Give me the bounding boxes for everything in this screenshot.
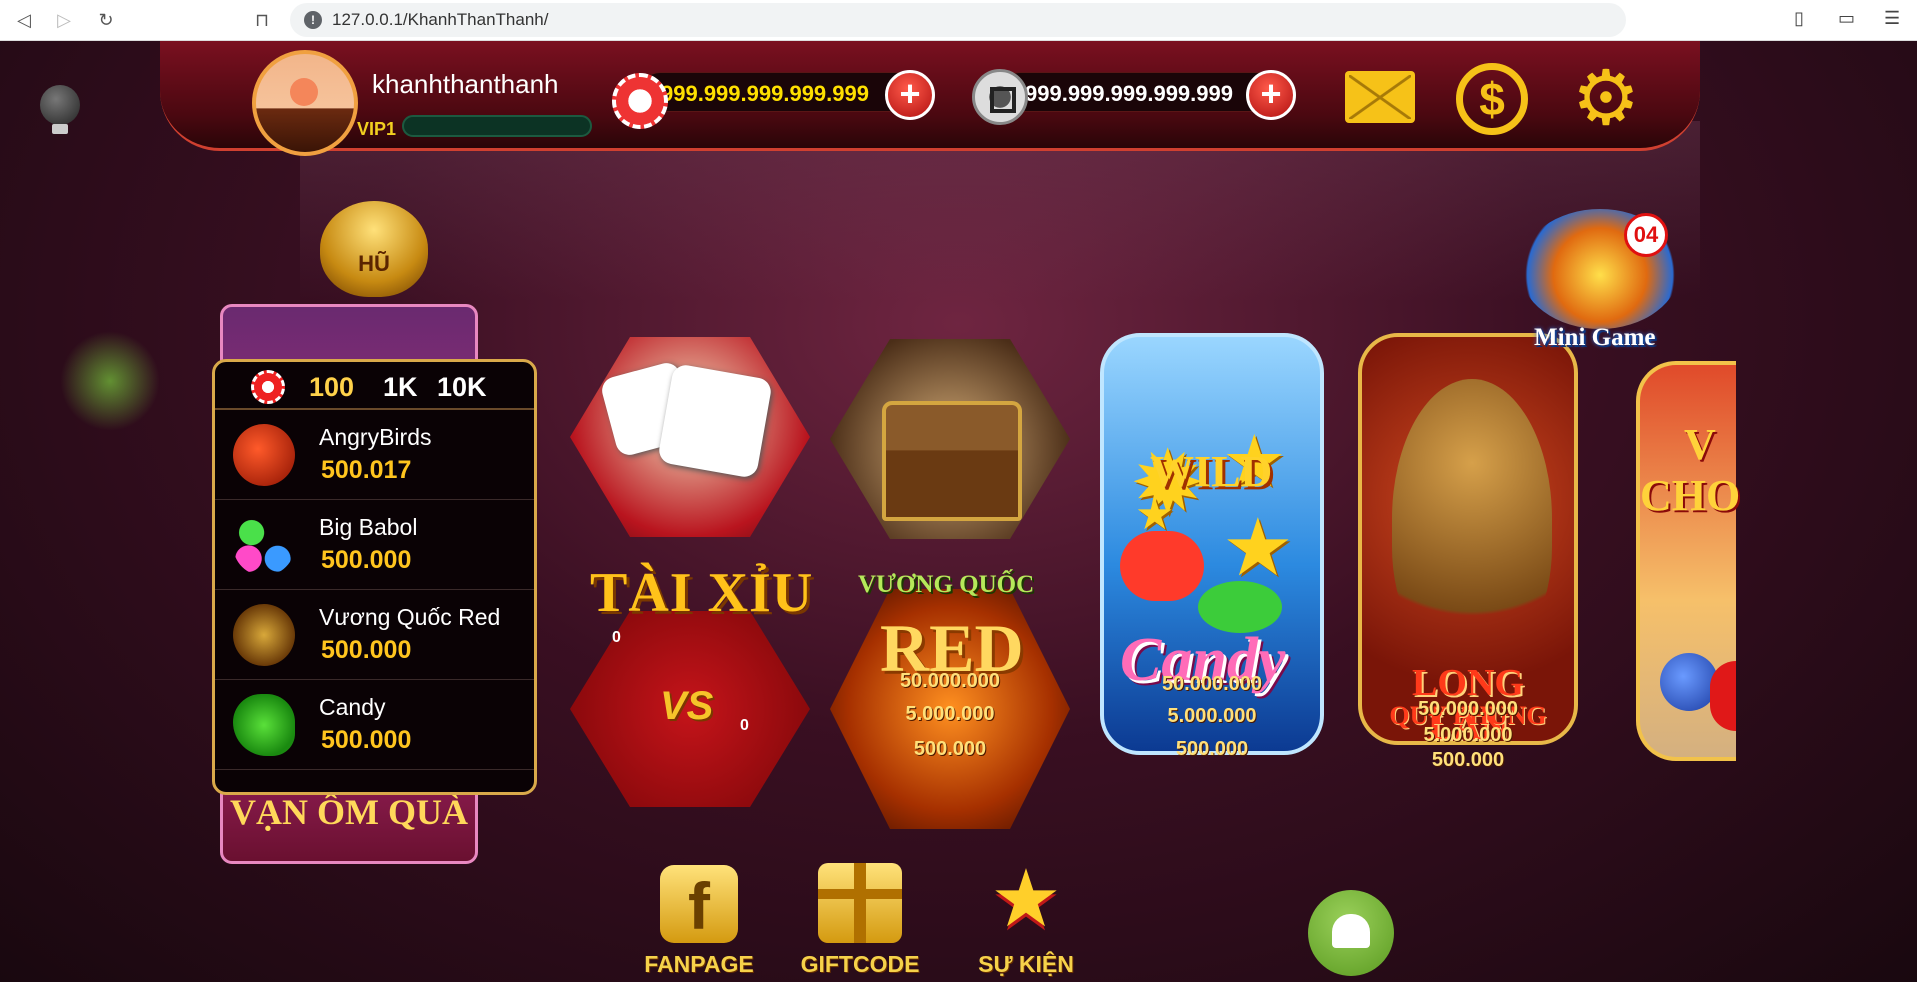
add-chip-button[interactable]: + (885, 70, 935, 120)
browser-toolbar: ◁ ▷ ↻ ⊓ ! 127.0.0.1/KhanhThanThanh/ ▯ ▭ … (0, 0, 1917, 41)
denomination-tabs: 100 1K 10K (215, 362, 534, 410)
minigame-button[interactable]: 04 (1520, 209, 1680, 329)
star-icon: ★ (1222, 503, 1294, 592)
tab-denom-1k[interactable]: 1K (383, 372, 418, 403)
jackpot-value: 500.000 (1431, 749, 1505, 771)
treasure-chest-icon (882, 401, 1022, 521)
coin-exchange-icon[interactable]: $ (1456, 63, 1528, 135)
chip-icon (251, 370, 285, 404)
reload-icon[interactable]: ↻ (94, 8, 118, 32)
minigame-label: Mini Game (1534, 324, 1656, 351)
list-item[interactable]: Candy 500.000 (215, 680, 534, 770)
background-glow (60, 331, 160, 431)
event-label: SỰ KIỆN (978, 951, 1074, 977)
jackpot-value: 5.000.000 (1423, 724, 1513, 746)
taixiu-left-count: 0 (612, 629, 621, 646)
tab-denom-10k[interactable]: 10K (437, 372, 487, 403)
treasure-chest-icon (233, 604, 295, 666)
giftcode-button[interactable]: GIFTCODE (801, 863, 919, 977)
username: khanhthanthanh (372, 69, 559, 99)
sidebar-icon[interactable]: ▯ (1794, 8, 1804, 29)
taixiu-title: TÀI XỈU (590, 562, 814, 624)
event-button[interactable]: ★ SỰ KIỆN (976, 854, 1076, 978)
giftcode-label: GIFTCODE (800, 951, 920, 977)
list-item[interactable]: Vương Quốc Red 500.000 (215, 590, 534, 680)
jackpot-value: 50.000.000 (899, 670, 1001, 692)
taixiu-vs: VS (660, 684, 714, 728)
jackpot-value: 50.000.000 (1417, 698, 1519, 720)
list-item[interactable]: AngryBirds 500.017 (215, 410, 534, 500)
star-icon: ★ (990, 854, 1062, 943)
silver-balance-value: 999.999.999.999.999 (1025, 81, 1233, 106)
mail-icon[interactable] (1345, 71, 1415, 123)
partial-game-title: V CHO (1640, 420, 1741, 520)
game-name: Vương Quốc Red (319, 604, 501, 630)
avatar-sun (290, 78, 318, 106)
jackpot-value: 5.000.000 (905, 703, 995, 725)
chip-balance-value: 999.999.999.999.999 (661, 81, 869, 106)
add-silver-button[interactable]: + (1246, 70, 1296, 120)
facebook-icon: f (660, 865, 738, 943)
forward-icon[interactable]: ▷ (52, 8, 76, 32)
heart-candy-icon (1120, 531, 1204, 601)
android-icon[interactable] (1308, 890, 1394, 976)
angrybirds-icon (233, 424, 295, 486)
fullscreen-orb-icon[interactable] (40, 85, 80, 125)
gift-icon (818, 863, 902, 943)
jackpot-pot-icon[interactable]: HŨ (320, 201, 428, 297)
candy-wild-label: WILD (1150, 447, 1273, 496)
event-banner-text: VẠN ÔM QUÀ (230, 792, 468, 832)
game-name: Big Babol (319, 514, 418, 540)
jackpot-amount: 500.000 (321, 546, 412, 574)
jackpot-value: 5.000.000 (1167, 705, 1257, 727)
site-info-icon[interactable]: ! (304, 11, 322, 29)
taixiu-right-count: 0 (740, 717, 749, 734)
orb-stem (52, 124, 68, 134)
menu-icon[interactable]: ☰ (1884, 8, 1900, 29)
avatar[interactable] (252, 50, 358, 156)
chip-balance: 999.999.999.999.999 (640, 72, 920, 112)
dragon-icon (1392, 379, 1552, 659)
fanpage-label: FANPAGE (644, 951, 754, 977)
jackpot-amount: 500.017 (321, 456, 412, 484)
big-babol-icon (233, 514, 295, 576)
minigame-badge: 04 (1624, 213, 1668, 257)
jackpot-amount: 500.000 (321, 636, 412, 664)
vip-level: VIP1 (357, 119, 397, 139)
game-name: Candy (319, 694, 386, 720)
vuongquoc-subtitle: VƯƠNG QUỐC (858, 571, 1035, 598)
url-text: 127.0.0.1/KhanhThanThanh/ (332, 10, 549, 29)
bookmark-icon[interactable]: ⊓ (250, 8, 274, 32)
fanpage-button[interactable]: f FANPAGE (644, 865, 754, 977)
vip-progress-bar (402, 115, 592, 137)
tab-denom-100[interactable]: 100 (309, 372, 354, 403)
back-icon[interactable]: ◁ (12, 8, 36, 32)
chip-icon (612, 73, 668, 129)
dice-icon (657, 363, 773, 479)
game-name: AngryBirds (319, 424, 432, 450)
candy-jelly-icon (233, 694, 295, 756)
jackpot-value: 500.000 (913, 738, 987, 760)
settings-gear-icon[interactable]: ⚙ (1570, 61, 1642, 137)
silver-coin-icon (972, 69, 1028, 125)
jackpot-amount: 500.000 (321, 726, 412, 754)
wallet-icon[interactable]: ▭ (1838, 8, 1855, 29)
silver-balance: 999.999.999.999.999 (1000, 72, 1280, 112)
jackpot-value: 50.000.000 (1161, 673, 1263, 695)
address-bar[interactable]: ! 127.0.0.1/KhanhThanThanh/ (290, 3, 1626, 37)
jackpot-value: 500.000 (1175, 738, 1249, 760)
list-item[interactable]: Big Babol 500.000 (215, 500, 534, 590)
game-stage: khanhthanthanh VIP1 999.999.999.999.999 … (0, 41, 1917, 982)
jackpot-panel: 100 1K 10K AngryBirds 500.017 Big Babol … (212, 359, 537, 795)
jackpot-pot-label: HŨ (358, 251, 390, 276)
